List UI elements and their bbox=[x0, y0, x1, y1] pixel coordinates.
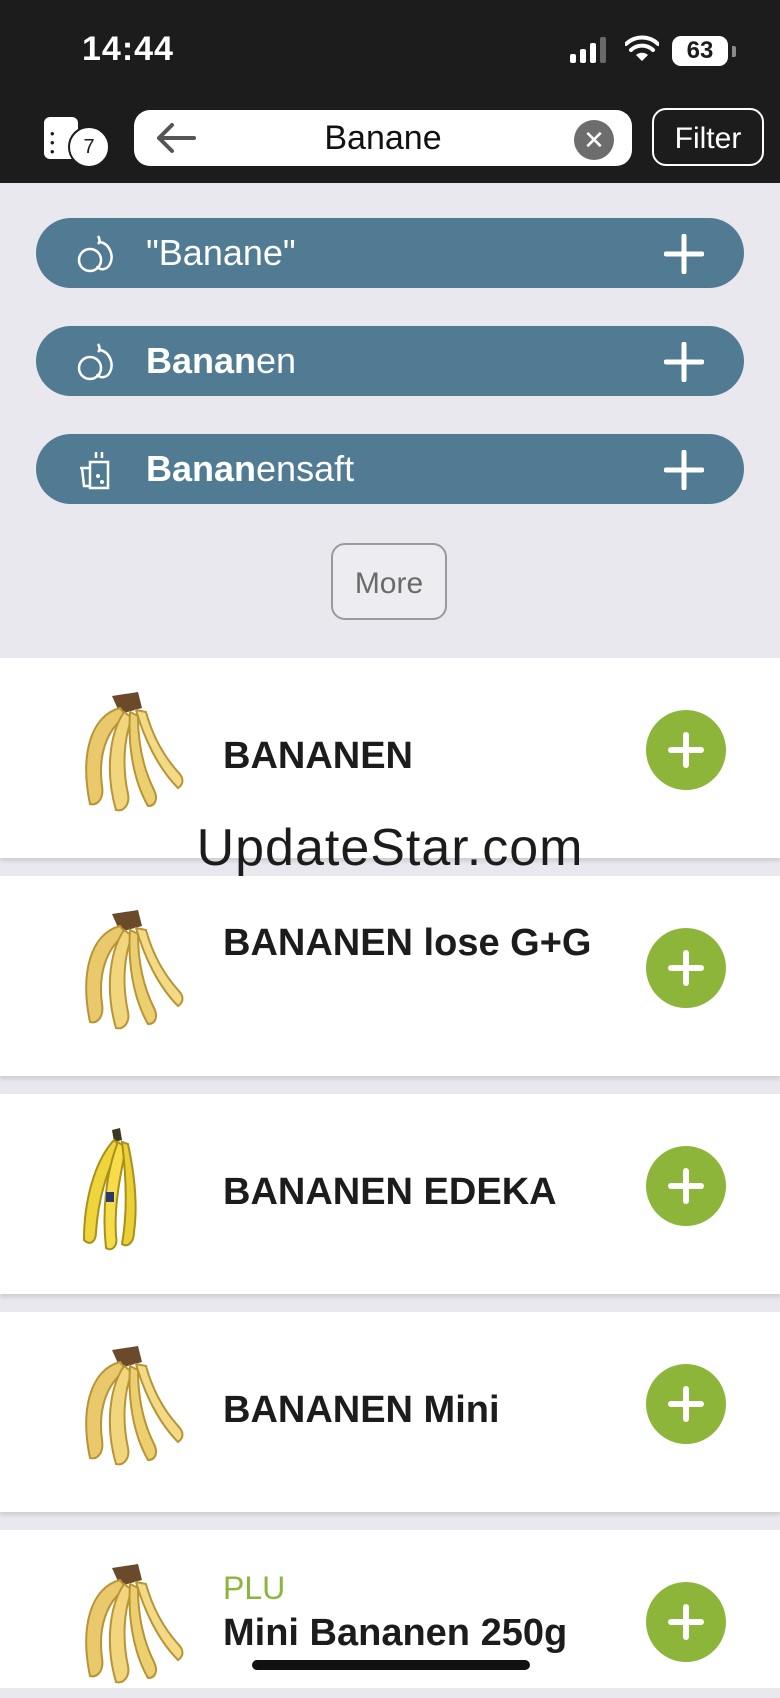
add-suggestion-plus-icon[interactable] bbox=[664, 342, 704, 382]
watermark-text: UpdateStar.com bbox=[196, 819, 584, 877]
list-count-badge[interactable]: 7 bbox=[68, 126, 110, 168]
add-suggestion-plus-icon[interactable] bbox=[664, 234, 704, 274]
product-card[interactable]: BANANEN EDEKA bbox=[0, 1094, 780, 1294]
battery-indicator: 63 bbox=[672, 36, 728, 66]
add-product-button[interactable] bbox=[646, 1364, 726, 1444]
fruit-icon bbox=[77, 235, 113, 273]
suggestion-label: Bananen bbox=[146, 340, 297, 381]
wifi-icon bbox=[625, 35, 659, 61]
plu-label: PLU bbox=[223, 1570, 286, 1606]
banana-product-image bbox=[85, 910, 184, 1030]
home-indicator bbox=[252, 1660, 530, 1670]
search-bar[interactable]: Banane ✕ bbox=[134, 110, 632, 166]
top-bar: 14:44 63 • • • 7 Banane ✕ Filter bbox=[0, 0, 780, 183]
list-dots-icon: • • • bbox=[50, 126, 55, 159]
product-name: BANANEN lose G+G bbox=[223, 922, 592, 964]
suggestion-item[interactable]: "Banane" bbox=[36, 218, 744, 288]
battery-nub bbox=[732, 46, 736, 57]
product-name: BANANEN bbox=[223, 735, 413, 777]
banana-product-image bbox=[85, 1346, 184, 1466]
suggestion-item[interactable]: Bananen bbox=[36, 326, 744, 396]
more-button[interactable]: More bbox=[331, 543, 447, 620]
add-product-button[interactable] bbox=[646, 710, 726, 790]
add-product-button[interactable] bbox=[646, 1146, 726, 1226]
add-product-button[interactable] bbox=[646, 928, 726, 1008]
suggestion-label: Bananensaft bbox=[146, 448, 355, 489]
status-time: 14:44 bbox=[82, 30, 174, 68]
banana-product-image bbox=[85, 692, 184, 812]
product-card[interactable]: BANANEN lose G+G bbox=[0, 876, 780, 1076]
product-card[interactable]: BANANEN Mini bbox=[0, 1312, 780, 1512]
banana-product-image bbox=[85, 1564, 184, 1684]
fruit-icon bbox=[77, 343, 113, 381]
suggestion-label: "Banane" bbox=[146, 232, 296, 273]
filter-button[interactable]: Filter bbox=[652, 108, 764, 166]
product-name: BANANEN Mini bbox=[223, 1389, 500, 1431]
search-input[interactable]: Banane bbox=[134, 110, 632, 166]
add-product-button[interactable] bbox=[646, 1582, 726, 1662]
product-name: Mini Bananen 250g bbox=[223, 1612, 568, 1654]
banana-product-image bbox=[82, 1128, 137, 1251]
clear-search-icon[interactable]: ✕ bbox=[574, 120, 614, 160]
product-name: BANANEN EDEKA bbox=[223, 1171, 557, 1213]
juice-icon bbox=[80, 452, 110, 490]
suggestion-item[interactable]: Bananensaft bbox=[36, 434, 744, 504]
cellular-signal-icon bbox=[570, 37, 606, 63]
add-suggestion-plus-icon[interactable] bbox=[664, 450, 704, 490]
